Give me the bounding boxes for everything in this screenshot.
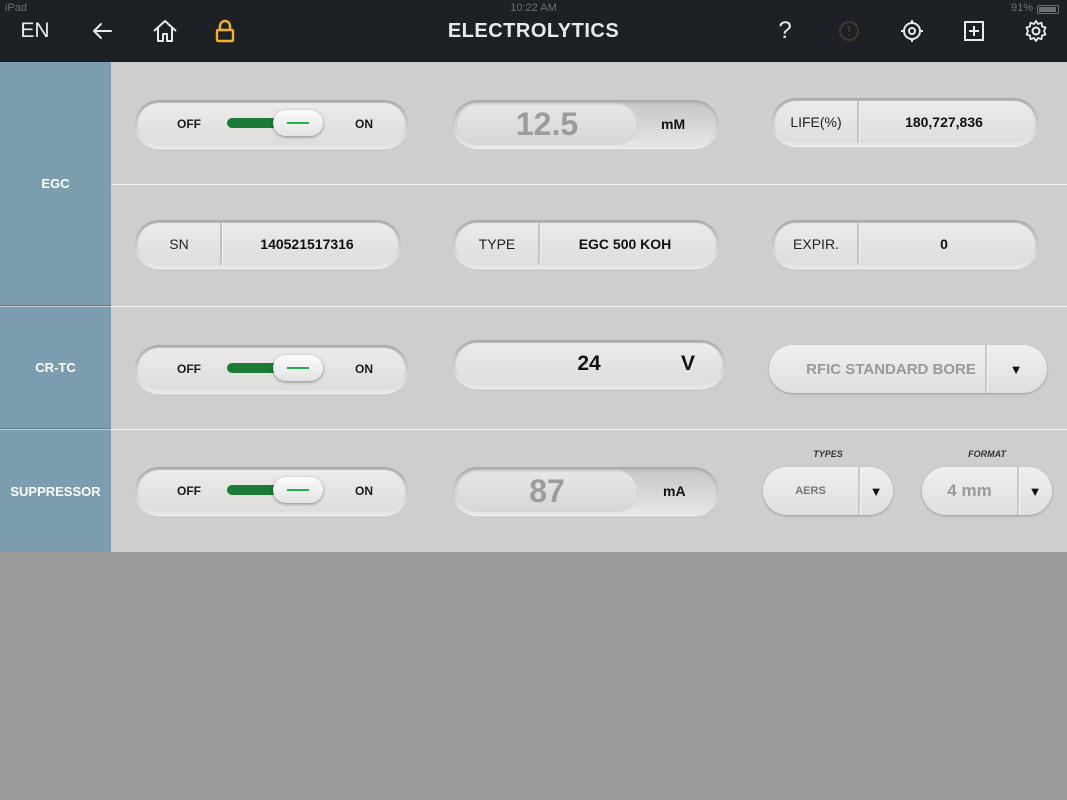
type-label: TYPE — [478, 236, 516, 252]
language-button[interactable]: EN — [14, 14, 56, 48]
row-divider — [111, 184, 1067, 185]
types-selected: AERS — [795, 485, 826, 497]
types-dropdown[interactable]: AERS ▼ — [763, 467, 893, 515]
concentration-unit: mM — [661, 116, 686, 132]
toggle-knob[interactable] — [273, 477, 323, 503]
back-arrow-icon[interactable] — [86, 14, 118, 48]
chevron-down-icon[interactable]: ▼ — [987, 345, 1045, 393]
expir-label: EXPIR. — [793, 236, 839, 252]
toggle-on-label: ON — [355, 362, 373, 376]
types-caption: TYPES — [813, 449, 843, 459]
suppressor-power-toggle[interactable]: OFF ON — [135, 467, 408, 515]
bore-dropdown[interactable]: RFIC STANDARD BORE ▼ — [769, 345, 1047, 393]
toggle-on-label: ON — [355, 117, 373, 131]
add-box-icon[interactable] — [958, 14, 990, 48]
sn-value: 140521517316 — [260, 236, 354, 252]
egc-life-field: LIFE(%) 180,727,836 — [772, 98, 1038, 146]
expir-value: 0 — [940, 236, 948, 252]
status-battery: 91% — [1010, 2, 1033, 14]
egc-type-field: TYPE EGC 500 KOH — [453, 220, 719, 268]
life-label: LIFE(%) — [790, 114, 842, 130]
crtc-voltage-field[interactable]: 24 V — [453, 340, 725, 388]
egc-concentration-field[interactable]: 12.5 mM — [453, 100, 718, 148]
crtc-power-toggle[interactable]: OFF ON — [135, 345, 408, 393]
egc-expir-field: EXPIR. 0 — [772, 220, 1038, 268]
crosshair-icon[interactable] — [896, 14, 928, 48]
voltage-unit: V — [681, 352, 696, 375]
current-unit: mA — [663, 483, 686, 499]
chevron-down-icon[interactable]: ▼ — [1019, 467, 1051, 515]
lock-icon[interactable] — [210, 14, 240, 48]
section-label-suppressor: SUPPRESSOR — [0, 430, 111, 552]
toggle-on-label: ON — [355, 484, 373, 498]
toggle-knob[interactable] — [273, 110, 323, 136]
section-label-crtc: CR-TC — [0, 307, 111, 429]
main-panel: EGC CR-TC SUPPRESSOR OFF ON 12.5 mM LIFE… — [0, 62, 1067, 552]
sn-label: SN — [169, 236, 189, 252]
gear-icon[interactable] — [1020, 14, 1052, 48]
top-bar: iPad 10:22 AM 91% EN ELECTROLYTICS ? — [0, 0, 1067, 62]
bore-selected: RFIC STANDARD BORE — [806, 360, 976, 378]
help-icon[interactable]: ? — [770, 14, 800, 48]
type-value: EGC 500 KOH — [578, 236, 672, 252]
toggle-off-label: OFF — [177, 362, 201, 376]
format-selected: 4 mm — [947, 481, 992, 500]
status-time: 10:22 AM — [510, 2, 557, 14]
format-dropdown[interactable]: 4 mm ▼ — [922, 467, 1052, 515]
home-icon[interactable] — [148, 14, 182, 48]
chevron-down-icon[interactable]: ▼ — [860, 467, 892, 515]
current-value[interactable]: 87 — [456, 470, 638, 512]
toggle-off-label: OFF — [177, 117, 201, 131]
format-caption: FORMAT — [968, 449, 1006, 459]
suppressor-current-field[interactable]: 87 mA — [453, 467, 718, 515]
row-divider — [111, 429, 1067, 430]
section-label-egc: EGC — [0, 62, 111, 306]
egc-power-toggle[interactable]: OFF ON — [135, 100, 408, 148]
alert-icon[interactable] — [834, 14, 864, 48]
toggle-off-label: OFF — [177, 484, 201, 498]
row-divider — [111, 306, 1067, 307]
concentration-value[interactable]: 12.5 — [456, 103, 638, 145]
toggle-knob[interactable] — [273, 355, 323, 381]
life-value: 180,727,836 — [905, 114, 983, 130]
battery-icon — [1037, 5, 1059, 14]
egc-sn-field: SN 140521517316 — [135, 220, 401, 268]
